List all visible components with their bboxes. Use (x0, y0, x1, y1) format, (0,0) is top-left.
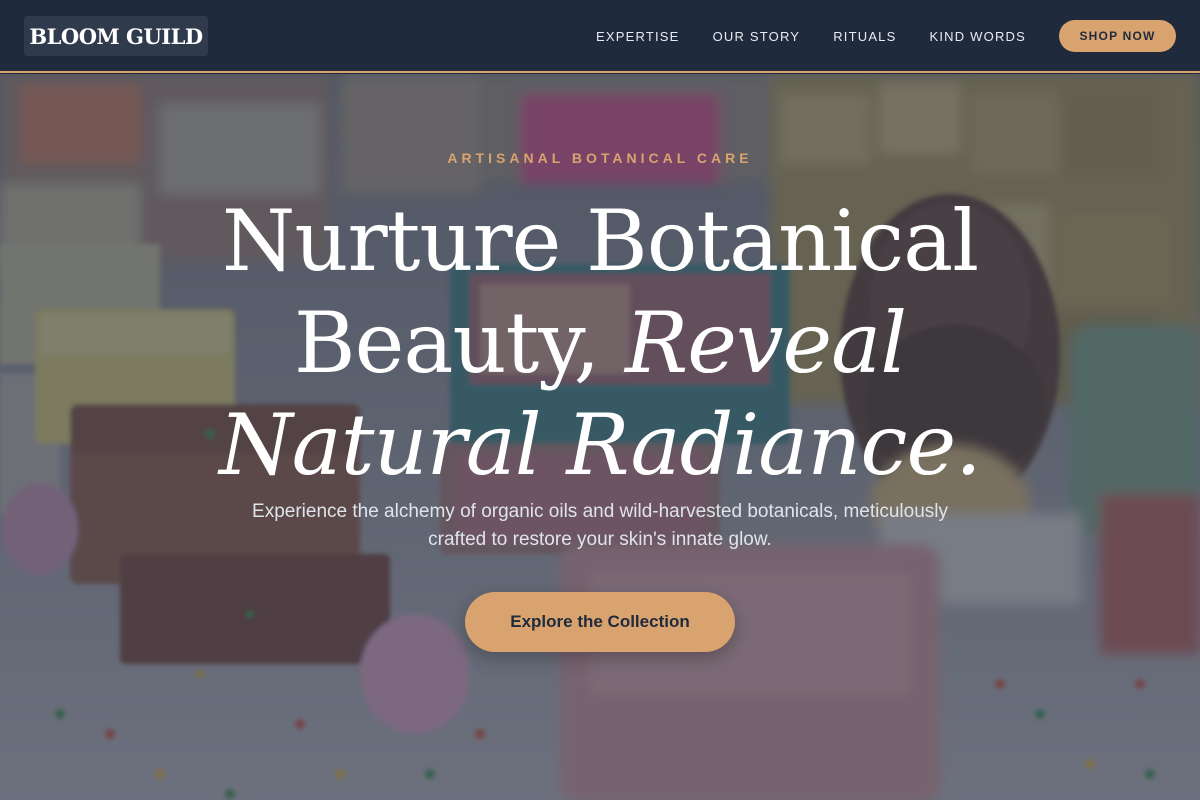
headline-line-3: Natural Radiance. (0, 394, 1200, 496)
main-nav: EXPERTISE OUR STORY RITUALS KIND WORDS S… (596, 0, 1200, 72)
brand-logo[interactable]: BLOOM GUILD (24, 16, 208, 56)
headline-line-1: Nurture Botanical (221, 192, 979, 290)
explore-collection-button[interactable]: Explore the Collection (465, 592, 735, 652)
hero-headline: Nurture Botanical Beauty, Reveal Natural… (0, 190, 1200, 496)
headline-line-2-italic: Reveal (625, 294, 907, 392)
shop-now-button[interactable]: SHOP NOW (1059, 20, 1176, 52)
nav-link-kind-words[interactable]: KIND WORDS (930, 29, 1027, 44)
nav-link-expertise[interactable]: EXPERTISE (596, 29, 680, 44)
nav-link-rituals[interactable]: RITUALS (833, 29, 896, 44)
headline-line-2-plain: Beauty, (293, 294, 625, 392)
headline-line-3-italic: Natural Radiance. (219, 396, 982, 494)
hero-section: ARTISANAL BOTANICAL CARE Nurture Botanic… (0, 74, 1200, 800)
headline-line-2: Beauty, Reveal (0, 292, 1200, 394)
hero-eyebrow: ARTISANAL BOTANICAL CARE (447, 150, 753, 166)
hero-subtext: Experience the alchemy of organic oils a… (252, 501, 948, 550)
nav-link-our-story[interactable]: OUR STORY (713, 29, 801, 44)
site-header: BLOOM GUILD EXPERTISE OUR STORY RITUALS … (0, 0, 1200, 73)
hero-content: ARTISANAL BOTANICAL CARE Nurture Botanic… (0, 74, 1200, 800)
